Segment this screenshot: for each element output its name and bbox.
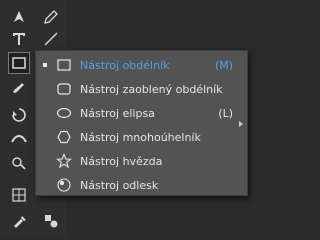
menu-item-label: Nástroj obdélník bbox=[80, 58, 170, 72]
paintbrush-icon[interactable] bbox=[8, 76, 30, 98]
menu-item-flare[interactable]: Nástroj odlesk bbox=[36, 173, 247, 197]
menu-item-label: Nástroj zaoblený obdélník bbox=[80, 82, 223, 96]
selected-bullet bbox=[43, 63, 47, 67]
menu-item-shortcut: (M) bbox=[214, 58, 233, 72]
pen-icon[interactable] bbox=[8, 6, 30, 28]
chevron-right-icon[interactable] bbox=[239, 121, 243, 127]
menu-item-polygon[interactable]: Nástroj mnohoúhelník bbox=[36, 125, 247, 149]
pencil-icon[interactable] bbox=[40, 6, 62, 28]
width-icon[interactable] bbox=[8, 128, 30, 150]
menu-item-shortcut: (L) bbox=[218, 106, 233, 120]
polygon-icon bbox=[55, 128, 73, 146]
eyedropper-icon[interactable] bbox=[8, 210, 30, 232]
line-icon[interactable] bbox=[40, 28, 62, 50]
menu-item-label: Nástroj hvězda bbox=[80, 154, 163, 168]
menu-item-label: Nástroj odlesk bbox=[80, 178, 159, 192]
rotate-icon[interactable] bbox=[8, 104, 30, 126]
rectangle-icon bbox=[55, 56, 73, 74]
rounded-rectangle-icon bbox=[55, 80, 73, 98]
rectangle-tool-button[interactable] bbox=[8, 52, 30, 74]
menu-item-label: Nástroj elipsa bbox=[80, 106, 155, 120]
star-icon bbox=[55, 152, 73, 170]
shape-builder-icon[interactable] bbox=[8, 152, 30, 174]
tools-panel bbox=[0, 0, 37, 237]
menu-item-label: Nástroj mnohoúhelník bbox=[80, 130, 201, 144]
flare-icon bbox=[55, 176, 73, 194]
menu-item-star[interactable]: Nástroj hvězda bbox=[36, 149, 247, 173]
type-icon[interactable] bbox=[8, 28, 30, 50]
blend-icon[interactable] bbox=[40, 210, 62, 232]
menu-item-ellipse[interactable]: Nástroj elipsa (L) bbox=[36, 101, 247, 125]
graph-icon[interactable] bbox=[8, 184, 30, 206]
menu-item-rectangle[interactable]: Nástroj obdélník (M) bbox=[36, 53, 247, 77]
ellipse-icon bbox=[55, 104, 73, 122]
shape-tools-flyout-menu: Nástroj obdélník (M) Nástroj zaoblený ob… bbox=[35, 50, 248, 196]
menu-item-rounded-rectangle[interactable]: Nástroj zaoblený obdélník bbox=[36, 77, 247, 101]
